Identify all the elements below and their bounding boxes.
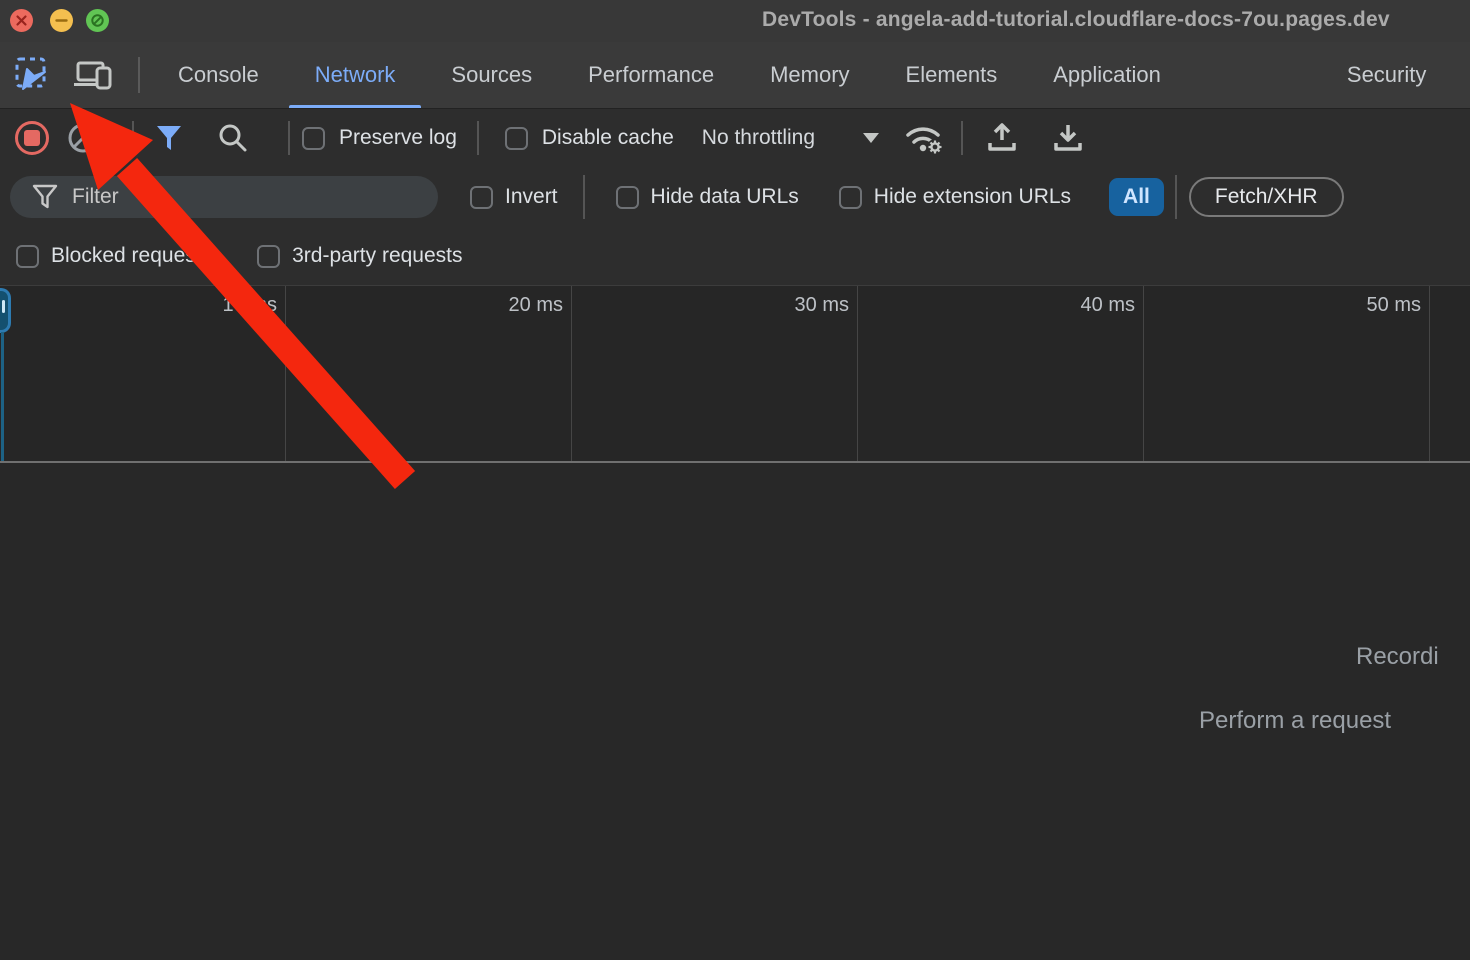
timeline-selection-handle[interactable]	[0, 288, 11, 333]
network-conditions-button[interactable]	[901, 115, 947, 161]
hide-extension-urls-checkbox[interactable]	[839, 186, 862, 209]
filter-type-all-button[interactable]: All	[1109, 178, 1164, 216]
hide-data-urls-checkbox[interactable]	[616, 186, 639, 209]
preserve-log-label: Preserve log	[339, 126, 457, 150]
chevron-down-icon	[863, 133, 879, 143]
tabbar-separator	[138, 57, 140, 93]
zoom-disabled-glyph	[86, 9, 109, 32]
network-toolbar: Preserve log Disable cache No throttling	[0, 109, 1470, 167]
third-party-requests-checkbox[interactable]	[257, 245, 280, 268]
preserve-log-toggle[interactable]: Preserve log	[302, 126, 457, 150]
filter-type-fetch-xhr-button[interactable]: Fetch/XHR	[1189, 177, 1344, 217]
funnel-outline-icon	[32, 183, 58, 211]
disable-cache-checkbox[interactable]	[505, 127, 528, 150]
network-conditions-icon	[901, 120, 947, 156]
inspect-cursor-icon	[13, 55, 53, 95]
panel-tabs: Console Network Sources Performance Memo…	[150, 42, 1454, 108]
toolbar-separator	[477, 121, 479, 155]
timeline-tick: 50 ms	[1144, 286, 1430, 461]
filterbar-separator	[1175, 175, 1177, 219]
close-glyph	[10, 9, 33, 32]
disable-cache-label: Disable cache	[542, 126, 674, 150]
tab-network[interactable]: Network	[287, 42, 424, 108]
minimize-glyph	[50, 9, 73, 32]
clear-icon	[66, 121, 100, 155]
search-network-button[interactable]	[210, 115, 256, 161]
tab-application[interactable]: Application	[1025, 42, 1189, 108]
minimize-window-icon[interactable]	[50, 9, 73, 32]
network-overview-timeline[interactable]: 10 ms 20 ms 30 ms 40 ms 50 ms	[0, 285, 1470, 463]
filter-input[interactable]	[72, 185, 402, 209]
clear-network-log-button[interactable]	[60, 115, 106, 161]
preserve-log-checkbox[interactable]	[302, 127, 325, 150]
tab-sources[interactable]: Sources	[423, 42, 560, 108]
search-icon	[216, 121, 250, 155]
toolbar-separator	[961, 121, 963, 155]
toggle-device-toolbar-button[interactable]	[70, 52, 116, 98]
hide-data-urls-label: Hide data URLs	[651, 185, 799, 209]
hide-data-urls-toggle[interactable]: Hide data URLs	[616, 185, 799, 209]
invert-toggle[interactable]: Invert	[470, 185, 558, 209]
devtools-tab-bar: Console Network Sources Performance Memo…	[0, 42, 1470, 109]
throttling-selected-value: No throttling	[702, 126, 815, 150]
invert-label: Invert	[505, 185, 558, 209]
third-party-requests-label: 3rd-party requests	[292, 244, 462, 268]
filterbar-separator	[583, 175, 585, 219]
tab-performance[interactable]: Performance	[560, 42, 742, 108]
close-window-icon[interactable]	[10, 9, 33, 32]
export-har-button[interactable]	[1045, 115, 1091, 161]
tab-security[interactable]: Security	[1319, 42, 1454, 108]
tab-elements[interactable]: Elements	[878, 42, 1026, 108]
inspect-element-button[interactable]	[10, 52, 56, 98]
hide-extension-urls-toggle[interactable]: Hide extension URLs	[839, 185, 1071, 209]
requests-panel-empty: Recordi Perform a request	[0, 465, 1470, 960]
zoom-window-icon[interactable]	[86, 9, 109, 32]
timeline-tick: 20 ms	[286, 286, 572, 461]
throttling-dropdown[interactable]: No throttling	[702, 126, 879, 150]
third-party-requests-toggle[interactable]: 3rd-party requests	[257, 244, 462, 268]
handle-grip-icon	[2, 300, 5, 313]
empty-state-hint-text: Perform a request	[1199, 707, 1391, 735]
blocked-requests-toggle[interactable]: Blocked requests	[16, 244, 212, 268]
hide-extension-urls-label: Hide extension URLs	[874, 185, 1071, 209]
timeline-tick: 30 ms	[572, 286, 858, 461]
timeline-tick: 10 ms	[0, 286, 286, 461]
active-tab-underline	[289, 105, 422, 108]
tab-memory[interactable]: Memory	[742, 42, 877, 108]
blocked-requests-checkbox[interactable]	[16, 245, 39, 268]
blocked-requests-label: Blocked requests	[51, 244, 212, 268]
filter-input-container[interactable]	[10, 176, 438, 218]
record-icon	[15, 121, 49, 155]
invert-checkbox[interactable]	[470, 186, 493, 209]
import-har-button[interactable]	[979, 115, 1025, 161]
download-icon	[1050, 120, 1086, 156]
timeline-tick: 40 ms	[858, 286, 1144, 461]
toolbar-separator	[288, 121, 290, 155]
toolbar-separator	[132, 121, 134, 155]
disable-cache-toggle[interactable]: Disable cache	[505, 126, 674, 150]
window-title-bar: DevTools - angela-add-tutorial.cloudflar…	[0, 0, 1470, 42]
timeline-selection-edge	[1, 332, 4, 461]
device-toolbar-icon	[72, 55, 114, 95]
filter-toggle-button[interactable]	[146, 115, 192, 161]
upload-icon	[984, 120, 1020, 156]
network-filter-bar: Invert Hide data URLs Hide extension URL…	[0, 167, 1470, 227]
record-network-log-button[interactable]	[12, 118, 52, 158]
tab-console[interactable]: Console	[150, 42, 287, 108]
empty-state-recording-text: Recordi	[1356, 643, 1439, 671]
funnel-icon	[152, 122, 186, 154]
window-title: DevTools - angela-add-tutorial.cloudflar…	[762, 8, 1470, 32]
request-filters-row: Blocked requests 3rd-party requests	[0, 227, 1470, 285]
